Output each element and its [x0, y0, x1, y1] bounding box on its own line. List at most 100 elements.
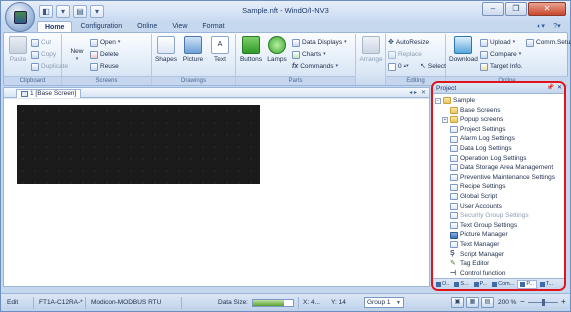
- select-arrow-icon: ↖: [420, 63, 426, 70]
- select-button[interactable]: ↖ Select: [420, 61, 446, 72]
- tree-item-control-function[interactable]: ⊣ Control function: [435, 269, 564, 279]
- view-normal-icon[interactable]: ▣: [451, 297, 464, 308]
- tree-item-base-screens[interactable]: Base Screens: [435, 106, 564, 116]
- zoom-out-icon[interactable]: −: [520, 297, 525, 306]
- cut-button[interactable]: Cut: [31, 37, 51, 48]
- tab-home[interactable]: Home: [37, 21, 73, 32]
- tree-item-text-manager[interactable]: Text Manager: [435, 240, 564, 250]
- tree-item-data-log-settings[interactable]: Data Log Settings: [435, 144, 564, 154]
- upload-icon: [480, 38, 488, 47]
- tree-item-operation-log-settings[interactable]: Operation Log Settings: [435, 154, 564, 164]
- panel-tab-2[interactable]: S...: [452, 280, 470, 289]
- project-panel-title: Project: [436, 85, 457, 92]
- spin-value: 0: [398, 63, 402, 70]
- pin-icon[interactable]: 📌: [547, 83, 554, 94]
- close-document-icon[interactable]: ✕: [421, 89, 426, 96]
- new-screen-button[interactable]: New ▾: [64, 48, 90, 74]
- tab-base-screen-1[interactable]: 1 [Base Screen]: [16, 89, 82, 98]
- collapse-icon[interactable]: −: [435, 97, 441, 104]
- view-list-icon[interactable]: ▤: [481, 297, 494, 308]
- tree-item-label: User Accounts: [460, 202, 502, 210]
- tab-online[interactable]: Online: [130, 21, 164, 32]
- download-button[interactable]: Download: [449, 36, 478, 74]
- panel-tab-4[interactable]: Com...: [490, 280, 516, 289]
- commands-button[interactable]: fx Commands ▾: [292, 61, 338, 72]
- tree-item-security-group-settings[interactable]: Security Group Settings: [435, 211, 564, 221]
- autoresize-label: AutoResize: [395, 39, 430, 46]
- tree-item-project-settings[interactable]: Project Settings: [435, 125, 564, 135]
- delete-button[interactable]: Delete: [90, 49, 119, 60]
- tab-view[interactable]: View: [165, 21, 194, 32]
- help-icon[interactable]: ?▾: [550, 22, 564, 31]
- app-logo-icon: [14, 11, 27, 24]
- shapes-button[interactable]: Shapes: [153, 36, 179, 74]
- application-button[interactable]: [5, 2, 35, 32]
- target-info-button[interactable]: Target Info.: [480, 61, 523, 72]
- tree-item-popup-screens[interactable]: + Popup screens: [435, 115, 564, 125]
- editor-canvas-area[interactable]: [4, 99, 429, 286]
- commands-icon: fx: [292, 63, 299, 70]
- settings-page-icon: [450, 241, 458, 249]
- expand-icon[interactable]: +: [442, 116, 448, 123]
- close-button[interactable]: ✕: [528, 2, 566, 16]
- comm-setup-button[interactable]: Comm.Setup: [526, 37, 571, 48]
- x-coordinate: X: 4...: [303, 299, 320, 306]
- panel-tab-label: S...: [460, 280, 469, 287]
- charts-button[interactable]: Charts ▾: [292, 49, 326, 60]
- close-panel-icon[interactable]: ✕: [557, 83, 562, 94]
- panel-tab-icon: [520, 281, 526, 287]
- view-grid-icon[interactable]: ▦: [466, 297, 479, 308]
- zoom-slider[interactable]: [528, 299, 558, 306]
- minimize-button[interactable]: –: [482, 2, 504, 16]
- settings-page-icon: [450, 193, 458, 201]
- upload-button[interactable]: Upload ▾: [480, 37, 515, 48]
- buttons-label: Buttons: [239, 56, 263, 63]
- panel-tab-6[interactable]: T...: [538, 280, 555, 289]
- tree-item-alarm-log-settings[interactable]: Alarm Log Settings: [435, 134, 564, 144]
- reuse-button[interactable]: Reuse: [90, 61, 119, 72]
- zoom-in-icon[interactable]: +: [561, 297, 566, 306]
- buttons-button[interactable]: Buttons: [238, 36, 264, 74]
- tree-item-data-storage-area-management[interactable]: Data Storage Area Management: [435, 163, 564, 173]
- tab-format[interactable]: Format: [195, 21, 231, 32]
- paste-button[interactable]: Paste: [5, 36, 31, 74]
- tree-item-sample[interactable]: − Sample: [435, 96, 564, 106]
- copy-button[interactable]: Copy: [31, 49, 56, 60]
- data-display-icon: [292, 38, 300, 47]
- tree-item-script-manager[interactable]: Ş Script Manager: [435, 250, 564, 260]
- compare-button[interactable]: Compare ▾: [480, 49, 521, 60]
- open-icon: [90, 38, 98, 47]
- arrange-button[interactable]: Arrange: [358, 36, 384, 74]
- copy-label: Copy: [41, 51, 57, 58]
- lamps-button[interactable]: Lamps: [264, 36, 290, 74]
- tree-item-user-accounts[interactable]: User Accounts: [435, 202, 564, 212]
- autoresize-button[interactable]: ✥ AutoResize: [388, 37, 429, 48]
- picture-button[interactable]: Picture: [180, 36, 206, 74]
- tree-item-global-script[interactable]: Global Script: [435, 192, 564, 202]
- panel-tab-5[interactable]: P...: [517, 279, 537, 289]
- style-icon[interactable]: ◐▾: [534, 22, 548, 31]
- group-editing: ✥ AutoResize Replace 0 ▴▾ ↖ Select Editing: [386, 34, 446, 85]
- spin-control[interactable]: 0 ▴▾: [388, 61, 409, 72]
- screen-canvas[interactable]: [17, 105, 260, 184]
- tab-configuration[interactable]: Configuration: [73, 21, 129, 32]
- tree-item-tag-editor[interactable]: ✎ Tag Editor: [435, 259, 564, 269]
- tree-item-picture-manager[interactable]: Picture Manager: [435, 230, 564, 240]
- tree-item-text-group-settings[interactable]: Text Group Settings: [435, 221, 564, 231]
- data-displays-button[interactable]: Data Displays ▾: [292, 37, 347, 48]
- group-select[interactable]: Group 1 ▼: [364, 297, 404, 308]
- text-button[interactable]: A Text: [207, 36, 233, 74]
- shapes-label: Shapes: [154, 56, 178, 63]
- maximize-button[interactable]: ❐: [505, 2, 527, 16]
- app-window: ◧ ▾ ▤ ▾ Sample.nft - WindO/I-NV3 – ❐ ✕ H…: [0, 0, 571, 312]
- replace-button[interactable]: Replace: [388, 49, 422, 60]
- panel-tab-1[interactable]: O..: [434, 280, 451, 289]
- open-button[interactable]: Open ▾: [90, 37, 120, 48]
- tab-scroll-arrows[interactable]: ◂ ▸: [409, 89, 417, 96]
- tree-item-preventive-maintenance-settings[interactable]: Preventive Maintenance Settings: [435, 173, 564, 183]
- download-icon: [454, 36, 472, 54]
- zoom-slider-thumb[interactable]: [541, 299, 545, 306]
- panel-tab-3[interactable]: P...: [472, 280, 490, 289]
- tree-item-label: Text Group Settings: [460, 221, 518, 229]
- tree-item-recipe-settings[interactable]: Recipe Settings: [435, 182, 564, 192]
